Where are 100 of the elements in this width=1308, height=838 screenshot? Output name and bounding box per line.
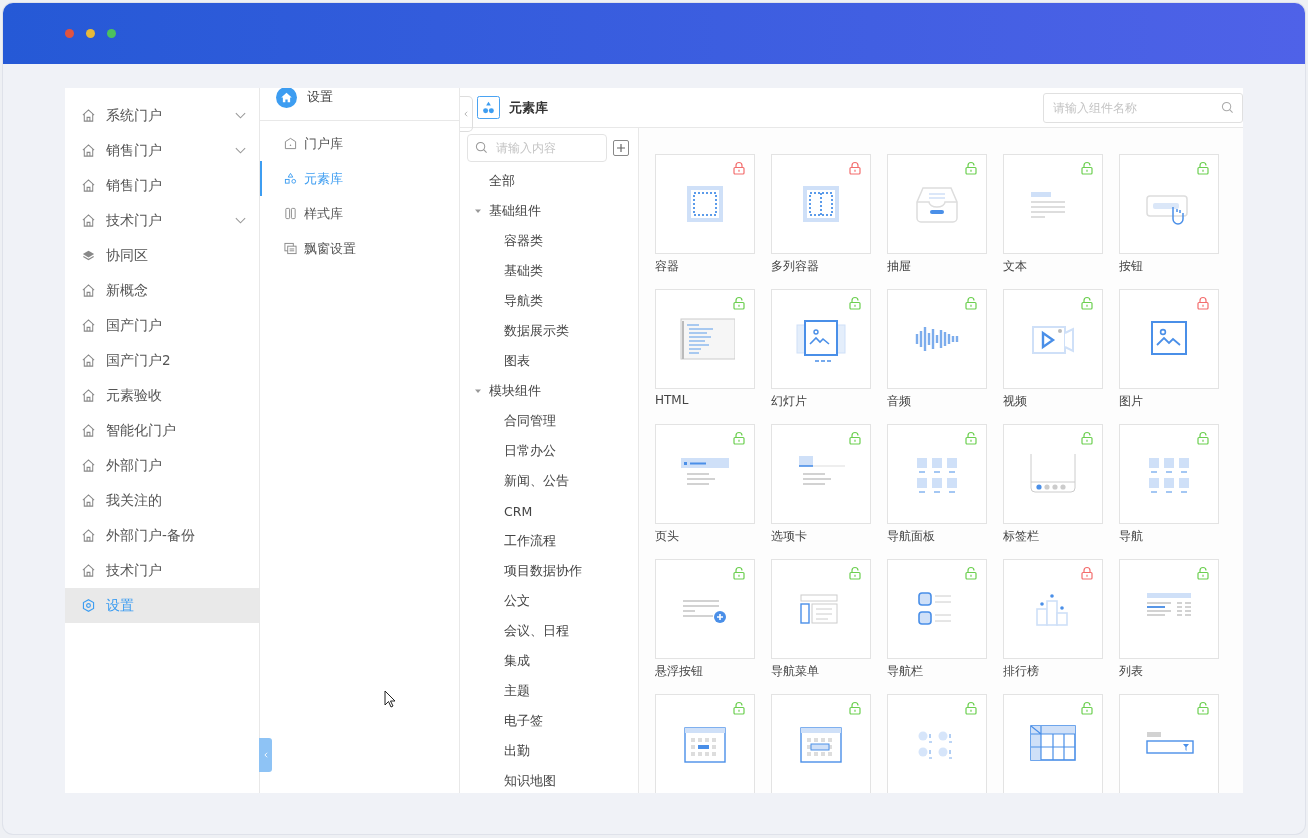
tree-item[interactable]: 导航类 — [504, 292, 543, 310]
search-icon — [475, 141, 488, 154]
video-camera-icon — [1032, 326, 1074, 354]
tree-item[interactable]: 新闻、公告 — [504, 472, 569, 490]
component-tile[interactable] — [1003, 154, 1103, 254]
button-click-icon — [1146, 195, 1188, 225]
caret-icon[interactable] — [474, 207, 482, 215]
component-tile[interactable] — [771, 154, 871, 254]
menu-item[interactable]: 样式库 — [259, 196, 459, 231]
menu-layout-icon — [800, 594, 838, 624]
component-tile[interactable] — [887, 694, 987, 793]
tree-item[interactable]: 数据展示类 — [504, 322, 569, 340]
component-tile[interactable] — [1003, 424, 1103, 524]
collapse-tab[interactable] — [460, 95, 473, 132]
component-tile[interactable] — [1119, 424, 1219, 524]
component-tile[interactable] — [1119, 559, 1219, 659]
component-name: 标签栏 — [1003, 528, 1040, 545]
tree-item[interactable]: 全部 — [489, 172, 515, 190]
tree-item[interactable]: 公文 — [504, 592, 530, 610]
sidebar-item[interactable]: 智能化门户 — [65, 413, 259, 448]
tree-item[interactable]: CRM — [504, 503, 533, 519]
minimize-dot[interactable] — [86, 29, 95, 38]
component-name: 导航栏 — [887, 663, 924, 680]
sidebar-item[interactable]: 元素验收 — [65, 378, 259, 413]
component-tile[interactable] — [887, 424, 987, 524]
sidebar-item[interactable]: 技术门户 — [65, 553, 259, 588]
sidebar-item[interactable]: 系统门户 — [65, 98, 259, 133]
component-tile[interactable] — [655, 559, 755, 659]
component-tile[interactable] — [655, 154, 755, 254]
component-name: 按钮 — [1119, 258, 1144, 275]
numbered-dots-icon — [918, 731, 953, 759]
component-tile[interactable] — [887, 559, 987, 659]
house-icon — [81, 458, 96, 473]
house-icon — [81, 563, 96, 578]
add-icon[interactable] — [613, 140, 629, 156]
podium-icon — [1036, 594, 1068, 626]
search-icon — [1221, 100, 1234, 114]
caret-icon[interactable] — [474, 387, 482, 395]
component-tile[interactable] — [771, 289, 871, 389]
component-name: 悬浮按钮 — [655, 663, 704, 680]
tree-item[interactable]: 会议、日程 — [504, 622, 569, 640]
component-tile[interactable] — [1119, 694, 1219, 793]
sidebar-item[interactable]: 技术门户 — [65, 203, 259, 238]
tree-item[interactable]: 知识地图 — [504, 772, 556, 790]
close-dot[interactable] — [65, 29, 74, 38]
sidebar-item[interactable]: 销售门户 — [65, 133, 259, 168]
component-tile[interactable] — [655, 694, 755, 793]
tree-item[interactable]: 电子签 — [504, 712, 543, 730]
tree-item[interactable]: 容器类 — [504, 232, 543, 250]
component-tile[interactable] — [655, 289, 755, 389]
maximize-dot[interactable] — [107, 29, 116, 38]
component-name: 抽屉 — [887, 258, 912, 275]
menu-item[interactable]: 飘窗设置 — [259, 231, 459, 266]
component-tile[interactable] — [887, 154, 987, 254]
tree-item[interactable]: 日常办公 — [504, 442, 556, 460]
drawer-icon — [916, 187, 958, 223]
calendar-icon — [684, 727, 726, 763]
tree-item[interactable]: 工作流程 — [504, 532, 556, 550]
header-layout-icon — [681, 458, 729, 485]
tree-item[interactable]: 基础组件 — [489, 202, 541, 220]
component-tile[interactable] — [771, 694, 871, 793]
component-tile[interactable] — [771, 424, 871, 524]
component-tile[interactable] — [887, 289, 987, 389]
component-tile[interactable] — [1003, 694, 1103, 793]
tree-item[interactable]: 合同管理 — [504, 412, 556, 430]
sidebar-item[interactable]: 我关注的 — [65, 483, 259, 518]
component-tile[interactable] — [1003, 289, 1103, 389]
component-name: 文本 — [1003, 258, 1028, 275]
tree-item[interactable]: 主题 — [504, 682, 530, 700]
columns-icon — [803, 186, 839, 222]
tree-item[interactable]: 项目数据协作 — [504, 562, 582, 580]
collapse-tab[interactable] — [259, 738, 272, 772]
sidebar-item[interactable]: 销售门户 — [65, 168, 259, 203]
house-icon — [81, 528, 96, 543]
pentagon-icon — [284, 137, 297, 150]
component-tile[interactable] — [1119, 289, 1219, 389]
layers-icon — [81, 248, 96, 263]
component-tile[interactable] — [1003, 559, 1103, 659]
tree-item[interactable]: 集成 — [504, 652, 530, 670]
tabs-layout-icon — [798, 456, 846, 485]
sidebar-item[interactable]: 国产门户2 — [65, 343, 259, 378]
component-tile[interactable] — [1119, 154, 1219, 254]
menu-item[interactable]: 门户库 — [259, 126, 459, 161]
sidebar-item[interactable]: 外部门户 — [65, 448, 259, 483]
tree-item[interactable]: 模块组件 — [489, 382, 541, 400]
shapes-icon — [284, 172, 297, 185]
sidebar-item[interactable]: 国产门户 — [65, 308, 259, 343]
tree-item[interactable]: 出勤 — [504, 742, 530, 760]
component-name: 排行榜 — [1003, 663, 1040, 680]
component-name: 音频 — [887, 393, 912, 410]
floating-button-icon — [682, 600, 726, 623]
settings-icon — [81, 598, 96, 613]
tree-item[interactable]: 基础类 — [504, 262, 543, 280]
component-tile[interactable] — [771, 559, 871, 659]
tree-item[interactable]: 图表 — [504, 352, 530, 370]
component-tile[interactable] — [655, 424, 755, 524]
sidebar-item[interactable]: 新概念 — [65, 273, 259, 308]
sidebar-item[interactable]: 外部门户-备份 — [65, 518, 259, 553]
tab-bar-icon — [1030, 453, 1076, 493]
sidebar-item[interactable]: 协同区 — [65, 238, 259, 273]
